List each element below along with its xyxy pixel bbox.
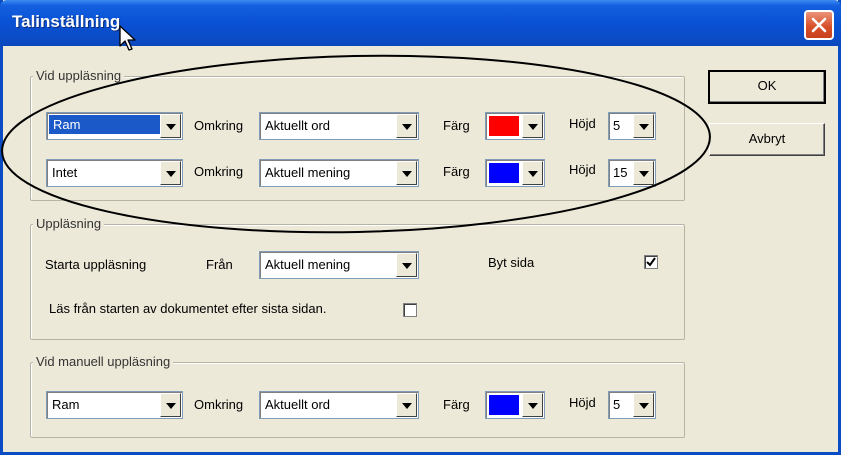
row1-color-picker[interactable] (485, 112, 545, 140)
fran-select[interactable]: Aktuell mening (259, 251, 419, 279)
starta-upplasning-label: Starta uppläsning (45, 257, 147, 272)
chevron-down-icon[interactable] (160, 393, 181, 417)
row2-hojd-select[interactable]: 15 (608, 159, 656, 187)
las-fran-checkbox[interactable] (403, 303, 417, 317)
row2-type-select[interactable]: Intet (46, 159, 183, 187)
row1-omkring-label: Omkring (194, 118, 244, 133)
manuell-hojd-label: Höjd (569, 395, 596, 410)
manuell-farg-label: Färg (443, 397, 470, 412)
cancel-label: Avbryt (748, 131, 786, 146)
upplasning-group (30, 224, 685, 340)
close-icon (811, 17, 827, 33)
vid-upplasning-legend: Vid uppläsning (33, 68, 125, 84)
row2-hojd-value: 15 (613, 165, 628, 180)
checkmark-icon (646, 257, 656, 267)
row2-farg-label: Färg (443, 164, 470, 179)
row2-hojd-label: Höjd (569, 162, 596, 177)
manuell-type-select[interactable]: Ram (46, 391, 183, 419)
byt-sida-checkbox[interactable] (644, 255, 658, 269)
manuell-hojd-select[interactable]: 5 (608, 391, 656, 419)
title-bar[interactable]: Talinställning (0, 0, 841, 46)
chevron-down-icon[interactable] (396, 161, 417, 185)
row2-omkring-select[interactable]: Aktuell mening (259, 159, 419, 187)
upplasning-legend: Uppläsning (33, 216, 105, 232)
ok-label: OK (757, 78, 777, 93)
fran-label: Från (206, 257, 233, 272)
manuell-omkring-select[interactable]: Aktuellt ord (259, 391, 419, 419)
row1-hojd-select[interactable]: 5 (608, 112, 656, 140)
chevron-down-icon[interactable] (160, 114, 181, 138)
row1-hojd-value: 5 (613, 118, 621, 133)
row1-farg-label: Färg (443, 118, 470, 133)
row1-omkring-select[interactable]: Aktuellt ord (259, 112, 419, 140)
chevron-down-icon[interactable] (633, 114, 654, 138)
manuell-omkring-value: Aktuellt ord (265, 397, 331, 412)
fran-value: Aktuell mening (265, 257, 351, 272)
manuell-color-swatch (489, 395, 519, 415)
chevron-down-icon[interactable] (633, 161, 654, 185)
vid-manuell-legend: Vid manuell uppläsning (33, 354, 174, 370)
dialog-window: Talinställning Vid uppläsning Ram Omkrin… (0, 0, 841, 455)
chevron-down-icon[interactable] (522, 114, 543, 138)
row1-color-swatch (489, 116, 519, 136)
chevron-down-icon[interactable] (160, 161, 181, 185)
window-title: Talinställning (12, 12, 121, 31)
row1-omkring-value: Aktuellt ord (265, 118, 331, 133)
manuell-color-picker[interactable] (485, 391, 545, 419)
row1-type-value: Ram (49, 115, 165, 134)
row2-color-picker[interactable] (485, 159, 545, 187)
row1-hojd-label: Höjd (569, 116, 596, 131)
ok-button[interactable]: OK (708, 70, 826, 104)
chevron-down-icon[interactable] (522, 161, 543, 185)
manuell-omkring-label: Omkring (194, 397, 244, 412)
row1-type-select[interactable]: Ram (46, 112, 183, 140)
row2-type-value: Intet (52, 165, 78, 180)
row2-omkring-value: Aktuell mening (265, 165, 351, 180)
manuell-type-value: Ram (52, 397, 80, 412)
cancel-button[interactable]: Avbryt (709, 123, 825, 156)
chevron-down-icon[interactable] (396, 253, 417, 277)
chevron-down-icon[interactable] (522, 393, 543, 417)
close-button[interactable] (804, 10, 834, 40)
row2-color-swatch (489, 163, 519, 183)
chevron-down-icon[interactable] (396, 393, 417, 417)
manuell-hojd-value: 5 (613, 397, 621, 412)
chevron-down-icon[interactable] (396, 114, 417, 138)
row2-omkring-label: Omkring (194, 164, 244, 179)
byt-sida-label: Byt sida (488, 255, 535, 270)
las-fran-label: Läs från starten av dokumentet efter sis… (49, 301, 327, 316)
chevron-down-icon[interactable] (633, 393, 654, 417)
